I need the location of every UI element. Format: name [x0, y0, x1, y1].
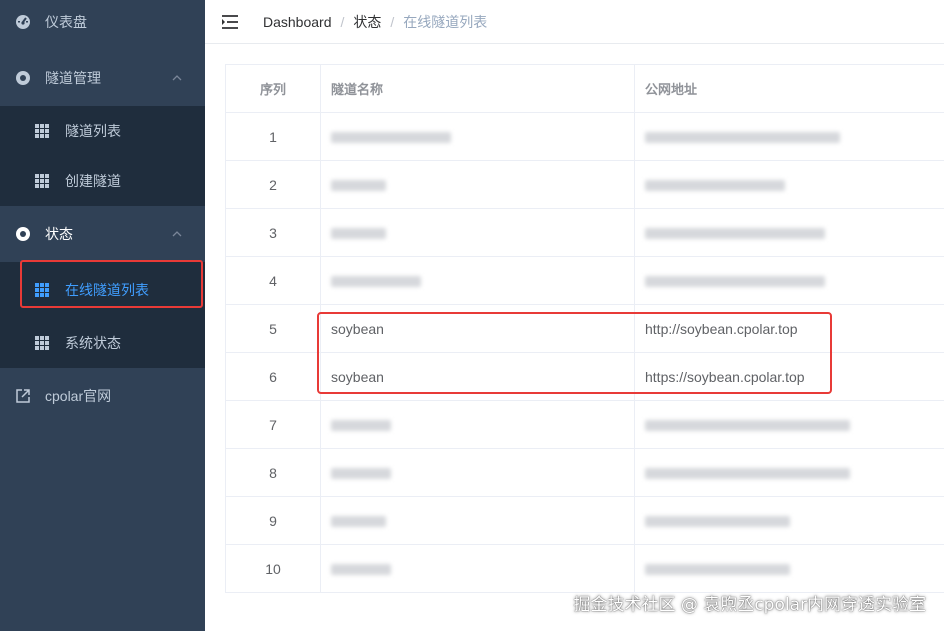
- table-header-row: 序列 隧道名称 公网地址: [225, 64, 944, 113]
- redacted-text: [645, 516, 790, 528]
- public-url[interactable]: [634, 400, 944, 449]
- public-url[interactable]: [634, 448, 944, 497]
- table-icon: [35, 283, 49, 297]
- dashboard-icon: [15, 14, 31, 30]
- sidebar-item-online-tunnels[interactable]: 在线隧道列表: [0, 262, 205, 318]
- redacted-text: [331, 516, 386, 528]
- public-url[interactable]: [634, 544, 944, 593]
- table-icon: [35, 174, 49, 188]
- table-row: 6 soybean https://soybean.cpolar.top: [225, 352, 944, 401]
- table-row: 2: [225, 160, 944, 209]
- table-icon: [35, 336, 49, 350]
- sidebar-item-label: 创建隧道: [65, 173, 121, 189]
- redacted-text: [645, 564, 790, 576]
- sidebar-item-system-status[interactable]: 系统状态: [0, 318, 205, 368]
- tunnel-name: [320, 544, 635, 593]
- table-icon: [35, 124, 49, 138]
- sidebar-item-tunnel-list[interactable]: 隧道列表: [0, 106, 205, 156]
- sidebar-item-label: 隧道列表: [65, 123, 121, 139]
- breadcrumb-current: 在线隧道列表: [403, 13, 488, 30]
- redacted-text: [331, 564, 391, 576]
- table-row: 4: [225, 256, 944, 305]
- tunnel-name: [320, 496, 635, 545]
- redacted-text: [645, 276, 825, 288]
- redacted-text: [331, 420, 391, 432]
- app-root: 仪表盘 隧道管理 隧道列表 创建隧道 状态 在线隧道列表 系统状态 cpolar…: [0, 0, 944, 631]
- redacted-text: [331, 132, 451, 144]
- redacted-text: [645, 180, 785, 192]
- sidebar: 仪表盘 隧道管理 隧道列表 创建隧道 状态 在线隧道列表 系统状态 cpolar…: [0, 0, 205, 631]
- external-link-icon: [15, 388, 31, 404]
- sidebar-item-label: 隧道管理: [45, 70, 101, 86]
- row-index: 6: [225, 352, 321, 401]
- table-row: 10: [225, 544, 944, 593]
- row-index: 9: [225, 496, 321, 545]
- status-icon: [15, 226, 31, 242]
- redacted-text: [645, 420, 850, 432]
- tunnel-name: [320, 256, 635, 305]
- row-index: 5: [225, 304, 321, 353]
- table-row: 5 soybean http://soybean.cpolar.top: [225, 304, 944, 353]
- sidebar-item-cpolar-website[interactable]: cpolar官网: [0, 368, 205, 424]
- redacted-text: [645, 468, 850, 480]
- public-url[interactable]: https://soybean.cpolar.top: [634, 352, 944, 401]
- column-header-url: 公网地址: [634, 64, 944, 113]
- tunnel-name: [320, 160, 635, 209]
- public-url[interactable]: [634, 160, 944, 209]
- tunnel-name: soybean: [320, 304, 635, 353]
- row-index: 3: [225, 208, 321, 257]
- redacted-text: [331, 468, 391, 480]
- redacted-text: [331, 276, 421, 288]
- public-url[interactable]: [634, 208, 944, 257]
- row-index: 1: [225, 112, 321, 161]
- breadcrumb-separator: /: [390, 13, 395, 30]
- row-index: 2: [225, 160, 321, 209]
- column-header-name: 隧道名称: [320, 64, 635, 113]
- sidebar-item-label: 仪表盘: [45, 14, 87, 30]
- row-index: 7: [225, 400, 321, 449]
- sidebar-item-create-tunnel[interactable]: 创建隧道: [0, 156, 205, 206]
- tunnel-name: soybean: [320, 352, 635, 401]
- sidebar-item-label: 在线隧道列表: [65, 282, 149, 298]
- breadcrumb: Dashboard / 状态 / 在线隧道列表: [263, 12, 487, 32]
- column-header-index: 序列: [225, 64, 321, 113]
- table-row: 1: [225, 112, 944, 161]
- public-url[interactable]: [634, 256, 944, 305]
- row-index: 10: [225, 544, 321, 593]
- navbar: Dashboard / 状态 / 在线隧道列表: [205, 0, 944, 44]
- tunnel-icon: [15, 70, 31, 86]
- hamburger-icon[interactable]: [221, 14, 239, 30]
- row-index: 4: [225, 256, 321, 305]
- tunnel-name: [320, 448, 635, 497]
- breadcrumb-separator: /: [340, 13, 345, 30]
- sidebar-item-tunnel-management[interactable]: 隧道管理: [0, 50, 205, 106]
- public-url[interactable]: http://soybean.cpolar.top: [634, 304, 944, 353]
- tunnel-table: 序列 隧道名称 公网地址 1 2 3 4 5 soybean http://soybean.…: [225, 64, 944, 593]
- redacted-text: [645, 228, 825, 240]
- public-url[interactable]: [634, 112, 944, 161]
- table-row: 7: [225, 400, 944, 449]
- breadcrumb-status[interactable]: 状态: [353, 12, 381, 32]
- watermark: 掘金技术社区 @ 袁煦丞cpolar内网穿透实验室: [573, 595, 926, 615]
- sidebar-item-label: cpolar官网: [45, 388, 112, 404]
- tunnel-name: [320, 112, 635, 161]
- redacted-text: [331, 180, 386, 192]
- sidebar-item-label: 系统状态: [65, 335, 121, 351]
- table-row: 8: [225, 448, 944, 497]
- tunnel-name: [320, 208, 635, 257]
- chevron-up-icon: [171, 227, 183, 239]
- sidebar-item-status[interactable]: 状态: [0, 206, 205, 262]
- row-index: 8: [225, 448, 321, 497]
- breadcrumb-dashboard[interactable]: Dashboard: [263, 14, 332, 30]
- chevron-up-icon: [171, 71, 183, 83]
- table-row: 3: [225, 208, 944, 257]
- table-row: 9: [225, 496, 944, 545]
- public-url[interactable]: [634, 496, 944, 545]
- sidebar-item-dashboard[interactable]: 仪表盘: [0, 0, 205, 44]
- redacted-text: [645, 132, 840, 144]
- sidebar-item-label: 状态: [45, 226, 73, 242]
- main-content: 序列 隧道名称 公网地址 1 2 3 4 5 soybean http://soybean.…: [205, 44, 944, 631]
- tunnel-name: [320, 400, 635, 449]
- redacted-text: [331, 228, 386, 240]
